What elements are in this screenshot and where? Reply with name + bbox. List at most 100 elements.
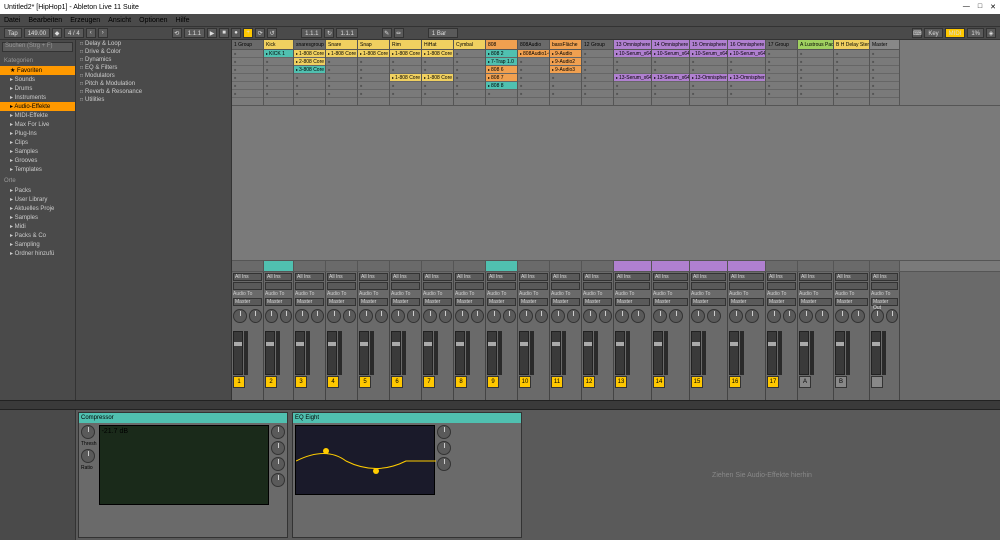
- track-header[interactable]: bassFläche: [550, 40, 581, 50]
- track-activator[interactable]: 3: [295, 376, 307, 388]
- clip-slot-empty[interactable]: [232, 90, 263, 98]
- draw-icon[interactable]: ✎: [382, 28, 392, 38]
- input-selector[interactable]: All Ins: [295, 273, 324, 281]
- output-selector[interactable]: Master: [233, 298, 262, 306]
- folder-item[interactable]: Delay & Loop: [76, 40, 231, 48]
- output-selector[interactable]: Master: [391, 298, 420, 306]
- clip-slot-empty[interactable]: [834, 90, 869, 98]
- category-item[interactable]: ▸ Templates: [0, 165, 75, 174]
- clip-slot-empty[interactable]: [454, 58, 485, 66]
- send-b-knob[interactable]: [471, 309, 485, 323]
- output-selector[interactable]: Master: [835, 298, 868, 306]
- time-signature[interactable]: 4 / 4: [64, 28, 84, 38]
- tap-button[interactable]: Tap: [4, 28, 22, 38]
- clip-slot-empty[interactable]: [614, 82, 651, 90]
- send-b-knob[interactable]: [535, 309, 549, 323]
- output-selector[interactable]: Master: [327, 298, 356, 306]
- clip-slot[interactable]: 10-Serum_x64: [652, 50, 689, 58]
- clip-slot-empty[interactable]: [652, 66, 689, 74]
- send-b-knob[interactable]: [280, 309, 293, 323]
- clip-slot-empty[interactable]: [232, 82, 263, 90]
- clip-slot-empty[interactable]: [834, 58, 869, 66]
- clip-slot[interactable]: 1-808 Core Kit: [422, 50, 453, 58]
- send-a-knob[interactable]: [327, 309, 341, 323]
- output-selector[interactable]: Master: [423, 298, 452, 306]
- monitor-selector[interactable]: [295, 282, 324, 290]
- send-b-knob[interactable]: [631, 309, 645, 323]
- compressor-title[interactable]: Compressor: [79, 413, 287, 423]
- output-selector[interactable]: Master: [487, 298, 516, 306]
- clip-slot[interactable]: 9-Audio: [550, 50, 581, 58]
- send-a-knob[interactable]: [391, 309, 405, 323]
- clip-slot-empty[interactable]: [728, 90, 765, 98]
- input-selector[interactable]: All Ins: [583, 273, 612, 281]
- clip-slot-empty[interactable]: [232, 58, 263, 66]
- send-b-knob[interactable]: [503, 309, 517, 323]
- clip-slot-empty[interactable]: [232, 50, 263, 58]
- scene-stop[interactable]: [728, 261, 766, 271]
- send-b-knob[interactable]: [851, 309, 865, 323]
- scene-stop[interactable]: [834, 261, 870, 271]
- input-selector[interactable]: All Ins: [615, 273, 650, 281]
- volume-fader[interactable]: [835, 331, 845, 375]
- clip-slot-empty[interactable]: [798, 74, 833, 82]
- detail-divider[interactable]: [0, 400, 1000, 410]
- clip-slot-empty[interactable]: [454, 90, 485, 98]
- monitor-selector[interactable]: [233, 282, 262, 290]
- volume-fader[interactable]: [519, 331, 529, 375]
- session-empty-area[interactable]: [232, 106, 1000, 260]
- clip-slot[interactable]: 10-Serum_x64: [690, 50, 727, 58]
- track-header[interactable]: Snap: [358, 40, 389, 50]
- clip-slot-empty[interactable]: [798, 90, 833, 98]
- output-selector[interactable]: Master: [519, 298, 548, 306]
- clip-slot-empty[interactable]: [870, 90, 899, 98]
- eq-device[interactable]: EQ Eight: [292, 412, 522, 538]
- monitor-selector[interactable]: [359, 282, 388, 290]
- clip-slot-empty[interactable]: [614, 90, 651, 98]
- clip-slot[interactable]: 1-808 Core Kit: [422, 74, 453, 82]
- scene-stop[interactable]: [232, 261, 264, 271]
- track-activator[interactable]: 10: [519, 376, 531, 388]
- track-header[interactable]: A Lustrous Pad: [798, 40, 833, 50]
- track-header[interactable]: Master: [870, 40, 899, 50]
- send-b-knob[interactable]: [311, 309, 325, 323]
- clip-slot[interactable]: 10-Serum_x64: [614, 50, 651, 58]
- clip-slot[interactable]: 3-808 Core Kit: [294, 66, 325, 74]
- clip-slot-empty[interactable]: [728, 66, 765, 74]
- clip-slot-empty[interactable]: [294, 74, 325, 82]
- input-selector[interactable]: All Ins: [233, 273, 262, 281]
- clip-slot-empty[interactable]: [358, 58, 389, 66]
- eq-title[interactable]: EQ Eight: [293, 413, 521, 423]
- clip-slot[interactable]: 13-Serum_x64: [652, 74, 689, 82]
- overdub-icon[interactable]: +: [243, 28, 253, 38]
- track-activator[interactable]: 13: [615, 376, 627, 388]
- send-b-knob[interactable]: [407, 309, 421, 323]
- clip-slot-empty[interactable]: [326, 82, 357, 90]
- monitor-selector[interactable]: [519, 282, 548, 290]
- compressor-device[interactable]: Compressor Thresh Ratio -21.7 dB: [78, 412, 288, 538]
- send-a-knob[interactable]: [799, 309, 813, 323]
- category-item[interactable]: ▸ Samples: [0, 147, 75, 156]
- q-knob[interactable]: [437, 457, 451, 471]
- clip-slot-empty[interactable]: [582, 50, 613, 58]
- clip-slot-empty[interactable]: [518, 74, 549, 82]
- track-activator[interactable]: 8: [455, 376, 467, 388]
- track-activator[interactable]: 12: [583, 376, 595, 388]
- clip-slot-empty[interactable]: [264, 82, 293, 90]
- clip-slot[interactable]: 808Audio1-02: [518, 50, 549, 58]
- track-header[interactable]: Cymbal: [454, 40, 485, 50]
- loop-length[interactable]: 1.1.1: [336, 28, 357, 38]
- scene-stop[interactable]: [690, 261, 728, 271]
- gain-knob[interactable]: [437, 441, 451, 455]
- clip-slot-empty[interactable]: [550, 74, 581, 82]
- output-selector[interactable]: Master: [799, 298, 832, 306]
- ratio-knob[interactable]: [81, 449, 95, 463]
- volume-fader[interactable]: [265, 331, 275, 375]
- loop-icon[interactable]: ↻: [324, 28, 334, 38]
- release-knob[interactable]: [271, 441, 285, 455]
- clip-slot-empty[interactable]: [358, 82, 389, 90]
- output-selector[interactable]: Master: [551, 298, 580, 306]
- monitor-selector[interactable]: [391, 282, 420, 290]
- clip-slot-empty[interactable]: [358, 66, 389, 74]
- clip-slot-empty[interactable]: [690, 58, 727, 66]
